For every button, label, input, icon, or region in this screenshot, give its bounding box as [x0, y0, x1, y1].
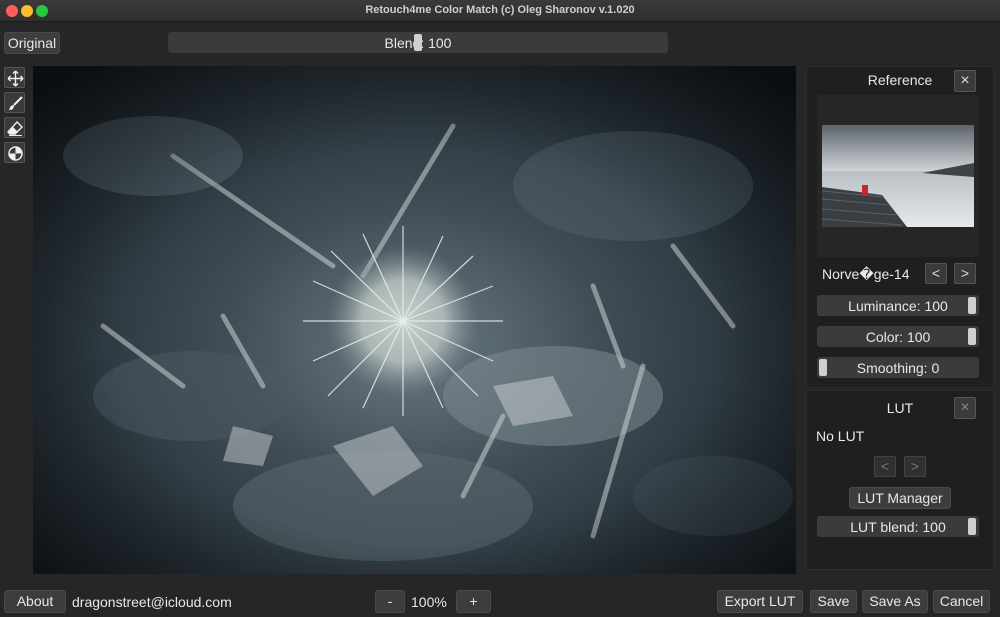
original-button[interactable]: Original: [4, 32, 60, 54]
blend-slider[interactable]: Blend: 100: [168, 32, 668, 53]
brush-tool-button[interactable]: [4, 92, 25, 113]
luminance-handle[interactable]: [968, 297, 976, 314]
blend-slider-handle[interactable]: [414, 34, 422, 51]
smoothing-label: Smoothing: 0: [856, 360, 940, 376]
lut-manager-button[interactable]: LUT Manager: [849, 487, 951, 509]
user-email: dragonstreet@icloud.com: [72, 594, 232, 610]
smoothing-handle[interactable]: [819, 359, 827, 376]
image-preview-canvas: [33, 66, 796, 574]
reference-thumbnail[interactable]: [822, 125, 974, 227]
luminance-label: Luminance: 100: [848, 298, 948, 314]
brush-icon: [9, 96, 23, 110]
smoothing-slider[interactable]: Smoothing: 0: [817, 357, 979, 378]
move-icon: [7, 70, 24, 87]
image-preview[interactable]: [33, 66, 796, 574]
save-button[interactable]: Save: [810, 590, 857, 613]
reference-close-button[interactable]: ×: [954, 70, 976, 92]
lut-blend-label: LUT blend: 100: [850, 519, 946, 535]
lut-next-button[interactable]: >: [904, 456, 926, 477]
eraser-tool-button[interactable]: [4, 117, 25, 138]
lut-blend-slider[interactable]: LUT blend: 100: [817, 516, 979, 537]
about-button[interactable]: About: [4, 590, 66, 613]
lut-status: No LUT: [816, 428, 865, 444]
color-wheel-icon: [8, 146, 23, 161]
save-as-button[interactable]: Save As: [862, 590, 928, 613]
lut-panel: LUT × No LUT < > LUT Manager LUT blend: …: [806, 390, 994, 570]
luminance-slider[interactable]: Luminance: 100: [817, 295, 979, 316]
export-lut-button[interactable]: Export LUT: [717, 590, 803, 613]
move-tool-button[interactable]: [4, 67, 25, 88]
lut-prev-button[interactable]: <: [874, 456, 896, 477]
window-title: Retouch4me Color Match (c) Oleg Sharonov…: [365, 4, 635, 16]
color-slider[interactable]: Color: 100: [817, 326, 979, 347]
title-bar: Retouch4me Color Match (c) Oleg Sharonov…: [0, 0, 1000, 22]
cancel-button[interactable]: Cancel: [933, 590, 990, 613]
color-tool-button[interactable]: [4, 142, 25, 163]
lut-blend-handle[interactable]: [968, 518, 976, 535]
reference-name: Norve�ge-14: [822, 266, 910, 282]
reference-next-button[interactable]: >: [954, 263, 976, 284]
color-label: Color: 100: [865, 329, 931, 345]
zoom-level: 100%: [411, 594, 447, 610]
reference-prev-button[interactable]: <: [925, 263, 947, 284]
reference-image: [822, 125, 974, 227]
lut-close-button[interactable]: ×: [954, 397, 976, 419]
zoom-in-button[interactable]: +: [456, 590, 491, 613]
reference-panel: Reference × Norve�ge-14 < > Luminance: 1…: [806, 66, 994, 388]
zoom-out-button[interactable]: -: [375, 590, 405, 613]
eraser-icon: [7, 120, 23, 136]
color-handle[interactable]: [968, 328, 976, 345]
